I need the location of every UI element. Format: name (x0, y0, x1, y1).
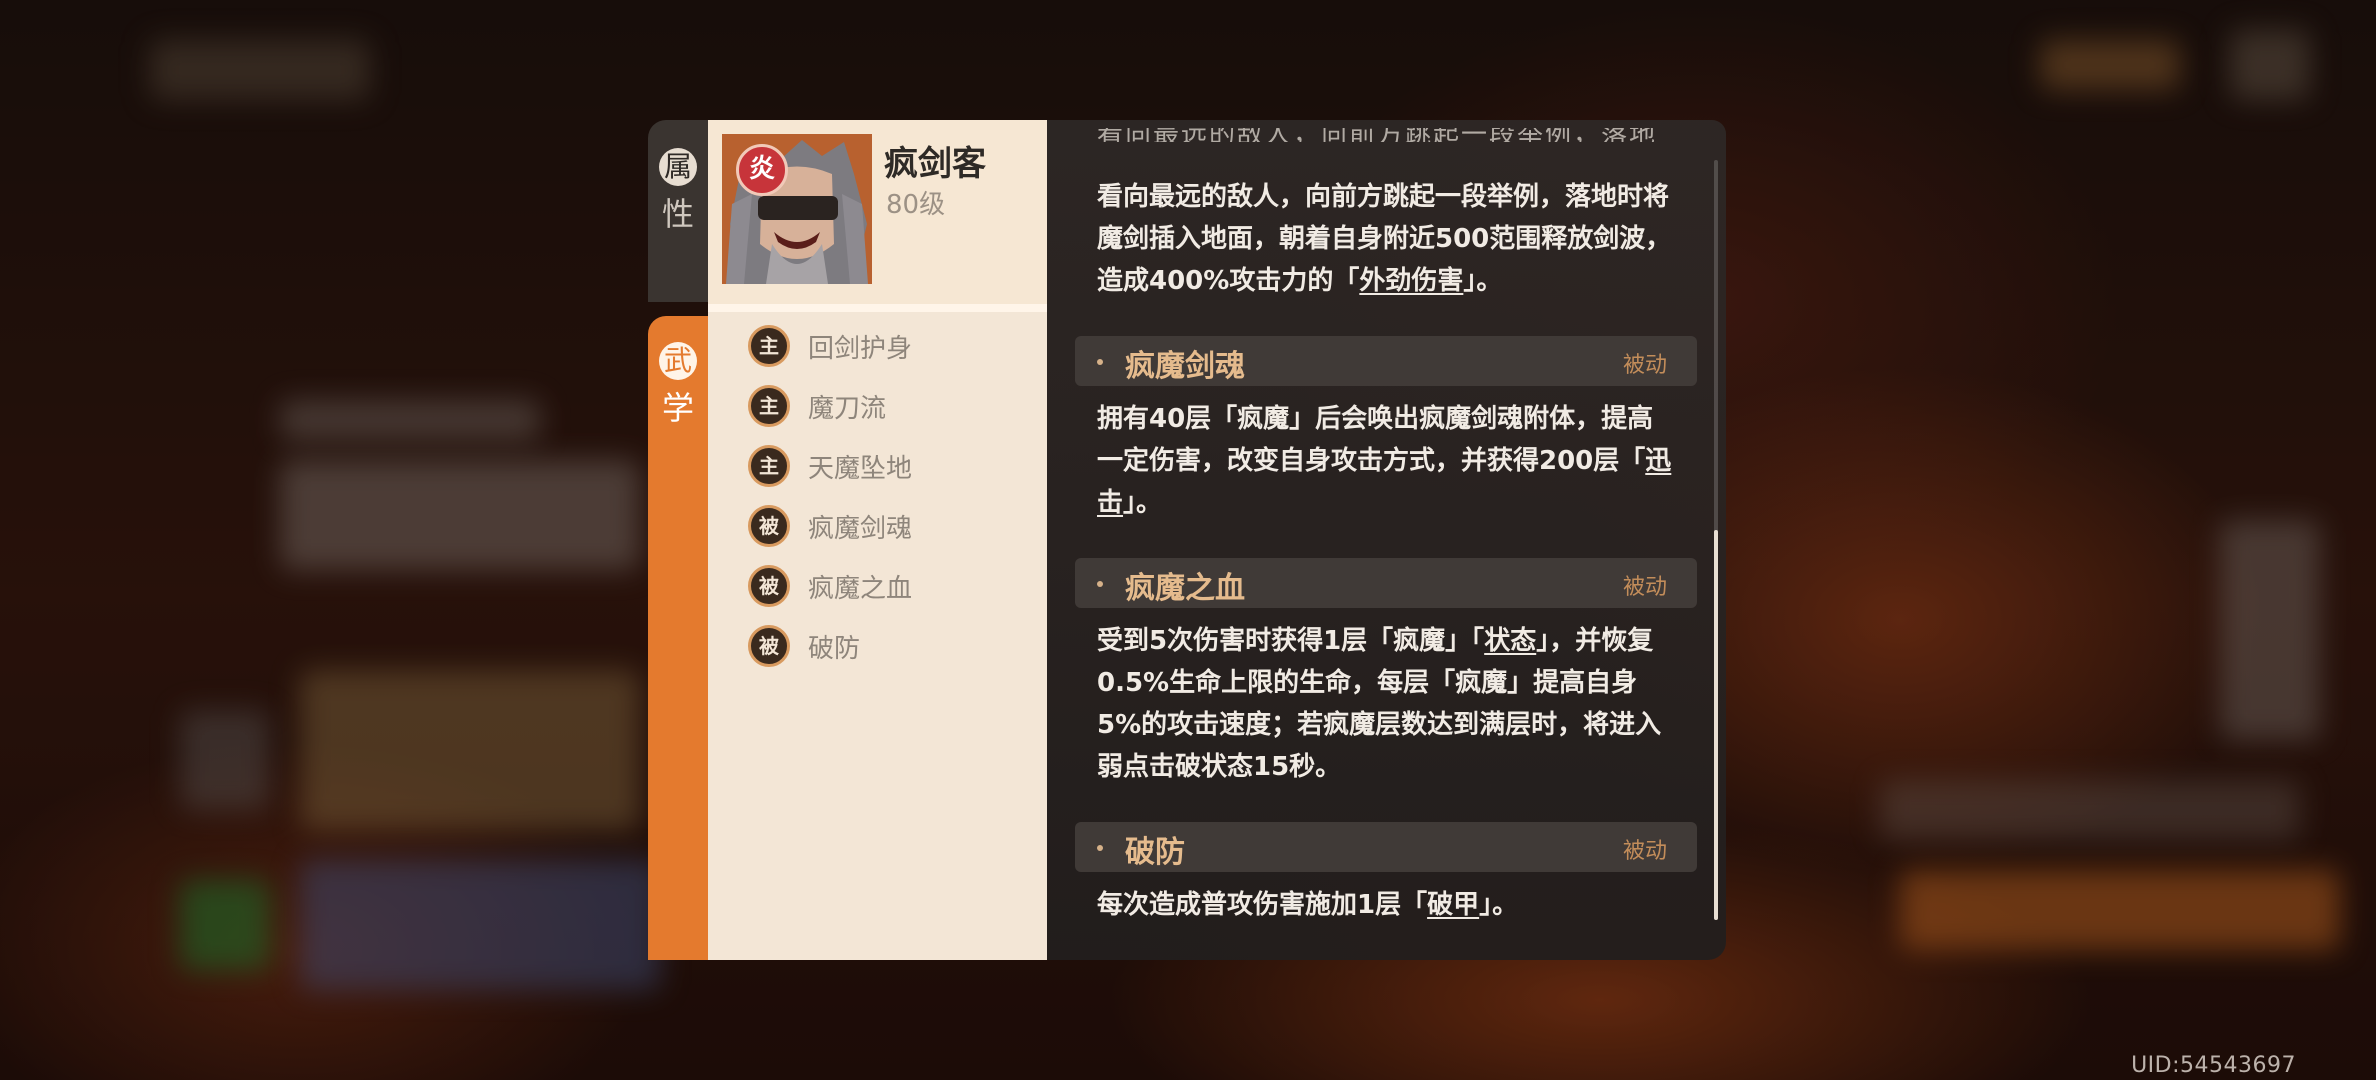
section-title: 疯魔之血 (1125, 571, 1245, 606)
section-header-pofang: 破防 被动 (1075, 822, 1697, 872)
tab-martial-char2: 学 (661, 389, 694, 427)
skill-detail-panel[interactable]: 看向最远的敌人，向前方跳起一段举例，落地时 看向最远的敌人，向前方跳起一段举例，… (1047, 120, 1726, 960)
passive-skill-icon: 被 (748, 565, 790, 607)
skill-item-zhixue[interactable]: 被 疯魔之血 (748, 556, 1038, 616)
active-skill-icon: 主 (748, 445, 790, 487)
character-portrait: 炎 (722, 134, 872, 284)
tab-attributes-char1: 属 (659, 148, 697, 186)
skill-item-huijian[interactable]: 主 回剑护身 (748, 316, 1038, 376)
bullet-dot (1097, 845, 1103, 851)
skill-description: 受到5次伤害时获得1层「疯魔」「状态」，并恢复0.5%生命上限的生命，每层「疯魔… (1097, 626, 1662, 782)
skill-item-tianmo[interactable]: 主 天魔坠地 (748, 436, 1038, 496)
skill-label: 回剑护身 (808, 333, 913, 364)
passive-tag: 被动 (1622, 575, 1667, 600)
section-title: 破防 (1125, 835, 1185, 870)
tab-martial-arts[interactable]: 武 学 (648, 316, 708, 960)
passive-tag: 被动 (1622, 353, 1667, 378)
skill-label: 天魔坠地 (808, 453, 913, 484)
skill-description: 拥有40层「疯魔」后会唤出疯魔剑魂附体，提高一定伤害，改变自身攻击方式，并获得2… (1097, 404, 1672, 518)
bullet-dot (1097, 359, 1103, 365)
tab-attributes-char2: 性 (661, 195, 694, 233)
passive-skill-icon: 被 (748, 505, 790, 547)
player-uid: UID:54543697 (2131, 1053, 2296, 1078)
character-level: 80级 (886, 190, 946, 220)
clipped-text-line: 看向最远的敌人，向前方跳起一段举例，落地时 (1097, 128, 1677, 142)
term-link[interactable]: 外劲伤害 (1359, 266, 1463, 296)
skill-description: 每次造成普攻伤害施加1层「破甲」。 (1097, 890, 1519, 920)
skill-label: 疯魔之血 (808, 573, 913, 604)
bullet-dot (1097, 581, 1103, 587)
skill-item-modaoliu[interactable]: 主 魔刀流 (748, 376, 1038, 436)
active-skill-icon: 主 (748, 325, 790, 367)
character-name: 疯剑客 (884, 144, 986, 184)
scrollbar[interactable] (1714, 160, 1718, 920)
skill-sidebar: 炎 疯剑客 80级 主 回剑护身 主 魔刀流 主 天魔坠地 被 疯魔剑魂 被 疯… (708, 120, 1047, 960)
skill-label: 破防 (808, 633, 861, 664)
character-header: 炎 疯剑客 80级 (708, 120, 1047, 312)
skill-label: 魔刀流 (808, 393, 887, 424)
skill-description: 看向最远的敌人，向前方跳起一段举例，落地时将魔剑插入地面，朝着自身附近500范围… (1097, 182, 1672, 296)
fire-element-badge: 炎 (736, 144, 788, 196)
active-skill-icon: 主 (748, 385, 790, 427)
term-link[interactable]: 破甲 (1427, 890, 1479, 920)
skill-label: 疯魔剑魂 (808, 513, 913, 544)
term-link[interactable]: 状态 (1484, 626, 1536, 656)
section-header-zhixue: 疯魔之血 被动 (1075, 558, 1697, 608)
skill-item-pofang[interactable]: 被 破防 (748, 616, 1038, 676)
passive-tag: 被动 (1622, 839, 1667, 864)
skill-panel: 属 性 武 学 炎 疯剑客 80级 主 回剑护身 主 魔刀流 主 天魔坠地 被 … (648, 120, 1726, 960)
skill-list: 主 回剑护身 主 魔刀流 主 天魔坠地 被 疯魔剑魂 被 疯魔之血 被 破防 (748, 316, 1038, 676)
skill-item-jianhun[interactable]: 被 疯魔剑魂 (748, 496, 1038, 556)
tab-martial-char1: 武 (659, 342, 697, 380)
scrollbar-thumb[interactable] (1714, 530, 1718, 920)
section-header-jianhun: 疯魔剑魂 被动 (1075, 336, 1697, 386)
section-title: 疯魔剑魂 (1125, 349, 1245, 384)
passive-skill-icon: 被 (748, 625, 790, 667)
tab-attributes[interactable]: 属 性 (648, 120, 708, 302)
